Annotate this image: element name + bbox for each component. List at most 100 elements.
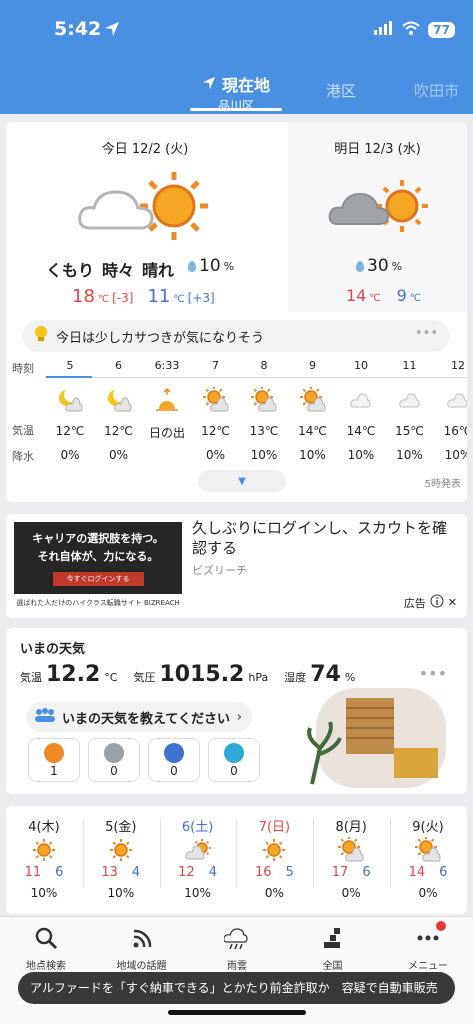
high-temp: 14 (346, 286, 367, 305)
tab-suita[interactable]: 吹田市 (414, 80, 459, 101)
sun-cloud-icon (313, 837, 389, 863)
hourly-column[interactable]: 12 16℃ 10% (434, 358, 467, 462)
more-options-icon[interactable]: ••• (415, 326, 438, 341)
tab-minato[interactable]: 港区 (326, 80, 356, 101)
weekly-high: 12 (178, 865, 195, 880)
temp-row-label: 気温 (12, 424, 34, 437)
rain-cloud-icon (197, 925, 277, 951)
weekly-date: 6(土) (181, 820, 214, 835)
nav-broadcast[interactable]: 地域の話題 (102, 925, 182, 972)
nav-search[interactable]: 地点検索 (6, 925, 86, 972)
report-sunny[interactable]: 1 (28, 738, 80, 782)
hour-label: 6 (115, 359, 122, 372)
report-count: 0 (170, 764, 178, 778)
today-temps: 18 ℃ [-3] 11 ℃ [+3] (72, 286, 215, 307)
moon-cloud-icon (46, 382, 94, 418)
hourly-column[interactable]: 9 14℃ 10% (289, 358, 337, 462)
current-humidity: 74 (310, 662, 341, 687)
ad-title[interactable]: 久しぶりにログインし、スカウトを確認する (192, 518, 460, 558)
tab-current-location[interactable]: 現在地 品川区 (190, 72, 282, 114)
hour-precip: 10% (347, 448, 375, 462)
hour-label: 12 (451, 359, 465, 372)
tomorrow-forecast[interactable]: 明日 12/3 (水) 30 % 14 ℃ 9 ℃ (288, 122, 467, 312)
hourly-forecast[interactable]: 時刻 気温 降水 5 12℃ 0% 6 12℃ 0% 6:33 日の出 7 12℃ 0% 8 13℃ 10… (6, 358, 467, 478)
weekly-day[interactable]: 8(月) 17 6 0% (313, 816, 389, 900)
hourly-column[interactable]: 11 15℃ 10% (386, 358, 434, 462)
precip-unit: % (223, 259, 235, 273)
nav-label: 地域の話題 (116, 961, 167, 972)
precip-row-label: 降水 (12, 450, 34, 463)
ad-image[interactable]: キャリアの選択肢を持つ。 それ自体が、力になる。 今すぐログインする 選ばれた人… (14, 522, 182, 612)
weekly-divider (236, 818, 238, 888)
temp-unit: ℃ (97, 294, 110, 305)
hour-label: 8 (260, 359, 268, 372)
current-temp: 12.2 (46, 662, 101, 687)
ad-label[interactable]: 広告 ✕ (404, 594, 457, 611)
ad-image-button: 今すぐログインする (52, 572, 144, 586)
hour-temp: 日の出 (148, 426, 185, 440)
weekly-forecast[interactable]: 4(木) 11 6 10% 5(金) 13 4 10% 6(土) 12 4 10% 7(日) 16 5 0% 8… (6, 806, 467, 914)
news-ticker[interactable]: アルファードを「すぐ納車できる」とかたり前金詐取か 容疑で自動車販売 (18, 972, 455, 1004)
hour-precip: 10% (250, 448, 278, 462)
nav-label: 地点検索 (26, 961, 66, 972)
advice-text: 今日は少しカサつきが気になりそう (56, 330, 265, 346)
hourly-column[interactable]: 10 14℃ 10% (337, 358, 385, 462)
weekly-day[interactable]: 6(土) 12 4 10% (160, 816, 236, 900)
weekly-precip: 0% (341, 886, 361, 900)
weekly-day[interactable]: 9(火) 14 6 0% (390, 816, 466, 900)
weekly-precip: 10% (184, 886, 211, 900)
advice-banner[interactable]: 今日は少しカサつきが気になりそう ••• (22, 320, 450, 352)
weekly-day[interactable]: 4(木) 11 6 10% (6, 816, 82, 900)
broadcast-icon (102, 925, 182, 951)
ad-banner[interactable]: キャリアの選択肢を持つ。 それ自体が、力になる。 今すぐログインする 選ばれた人… (6, 514, 467, 618)
hourly-column[interactable]: 6 12℃ 0% (95, 358, 143, 462)
report-cloudy[interactable]: 0 (88, 738, 140, 782)
condition-word: 晴れ (142, 261, 175, 280)
sun-cloud-icon (240, 382, 288, 418)
close-icon[interactable]: ✕ (448, 596, 457, 609)
status-time: 5:42 (54, 18, 102, 40)
weekly-low: 6 (55, 865, 64, 880)
hourly-column[interactable]: 5 12℃ 0% (46, 358, 94, 462)
raindrop-icon (356, 260, 364, 272)
precip-value: 30 (367, 256, 389, 276)
app-header: 5:42 77 現在地 品川区 港区 吹田市 (0, 0, 473, 114)
wifi-icon (402, 20, 420, 39)
current-pressure: 1015.2 (159, 662, 245, 687)
hourly-column[interactable]: 8 13℃ 10% (240, 358, 288, 462)
nav-rain-cloud[interactable]: 雨雲 (197, 925, 277, 972)
report-rain[interactable]: 0 (148, 738, 200, 782)
info-icon[interactable] (430, 594, 444, 611)
low-diff: [+3] (187, 291, 215, 305)
nav-more[interactable]: メニュー (388, 921, 468, 972)
precip-value: 10 (199, 256, 221, 276)
today-forecast[interactable]: 今日 12/2 (火) くもり 時々 晴れ 10 % 18 ℃ [-3] 11 … (6, 122, 284, 312)
weekly-low: 4 (208, 865, 217, 880)
report-weather-button[interactable]: いまの天気を教えてください › (26, 702, 252, 732)
ad-label-text: 広告 (403, 596, 426, 610)
cloud-icon (337, 382, 385, 418)
weekly-day[interactable]: 7(日) 16 5 0% (236, 816, 312, 900)
hourly-column[interactable]: 6:33 日の出 (143, 358, 191, 451)
temp-unit: ℃ (369, 293, 381, 304)
weekly-low: 6 (439, 865, 448, 880)
hour-temp: 14℃ (346, 424, 376, 438)
weekly-day[interactable]: 5(金) 13 4 10% (83, 816, 159, 900)
weekly-precip: 10% (30, 886, 58, 900)
weekly-temps: 13 4 (83, 865, 159, 880)
tab-active-indicator (190, 108, 282, 111)
raindrop-icon (188, 260, 196, 272)
sun-cloud-icon (289, 382, 337, 418)
today-precip: 10 % (188, 256, 234, 276)
hour-label: 7 (212, 359, 219, 372)
weekly-high: 11 (24, 865, 42, 880)
expand-hourly-button[interactable]: ▼ (198, 470, 286, 492)
chevron-down-icon: ▼ (238, 475, 246, 487)
hourly-column[interactable]: 7 12℃ 0% (192, 358, 240, 462)
more-options-icon[interactable]: ••• (419, 664, 447, 683)
high-diff: [-3] (112, 291, 134, 305)
report-snow[interactable]: 0 (208, 738, 260, 782)
weekly-high: 16 (254, 865, 272, 880)
pressure-unit: hPa (248, 671, 269, 684)
nav-map[interactable]: 全国 (293, 925, 373, 972)
